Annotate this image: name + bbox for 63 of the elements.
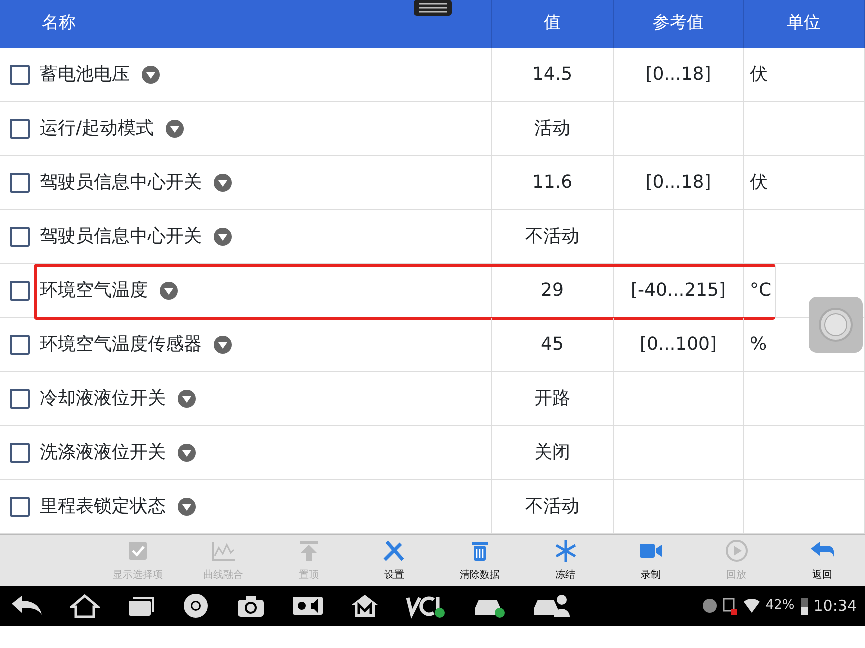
dropdown-icon[interactable]	[214, 336, 232, 354]
checkbox[interactable]	[10, 388, 30, 408]
value-text: 29	[541, 279, 564, 303]
dropdown-icon[interactable]	[178, 390, 196, 408]
row-label: 洗涤液液位开关	[40, 441, 166, 465]
row-label: 蓄电池电压	[40, 63, 130, 87]
dropdown-icon[interactable]	[178, 444, 196, 462]
value-text: 14.5	[532, 63, 573, 87]
toolbar-button[interactable]: 返回	[780, 535, 865, 586]
dropdown-icon[interactable]	[166, 120, 184, 138]
play-icon	[724, 538, 750, 564]
value-text: 开路	[534, 387, 570, 411]
value-text: 不活动	[526, 495, 580, 519]
column-header: 单位	[787, 12, 821, 36]
camera-icon[interactable]	[236, 593, 266, 619]
dropdown-icon[interactable]	[142, 66, 160, 84]
column-header: 名称	[42, 12, 76, 36]
checkbox[interactable]	[10, 64, 30, 84]
toolbar-button[interactable]: 录制	[608, 535, 694, 586]
home-icon[interactable]	[70, 593, 100, 619]
reference-range: [0...18]	[646, 63, 712, 87]
value-text: 活动	[534, 117, 570, 141]
dropdown-icon[interactable]	[214, 174, 232, 192]
checkbox[interactable]	[10, 280, 30, 300]
browser-icon[interactable]	[182, 593, 210, 619]
reference-range: [0...18]	[646, 171, 712, 195]
unit-text: °C	[750, 279, 772, 303]
checkbox[interactable]	[10, 442, 30, 462]
reference-range: [-40...215]	[631, 279, 726, 303]
row-label: 环境空气温度传感器	[40, 333, 202, 357]
unit-text: 伏	[750, 63, 768, 87]
toolbar-button[interactable]: 设置	[352, 535, 438, 586]
car-person-icon[interactable]	[532, 593, 570, 619]
checkbox[interactable]	[10, 496, 30, 516]
m-house-icon[interactable]	[350, 593, 380, 619]
checkbox[interactable]	[10, 334, 30, 354]
row-label: 驾驶员信息中心开关	[40, 171, 202, 195]
row-label: 冷却液液位开关	[40, 387, 166, 411]
clock: 10:34	[814, 596, 857, 617]
row-label: 环境空气温度	[40, 279, 148, 303]
unit-text: %	[750, 333, 768, 357]
reference-range: [0...100]	[640, 333, 718, 357]
unit-text: 伏	[750, 171, 768, 195]
battery-percent: 42%	[766, 597, 795, 616]
toolbar-button[interactable]: 清除数据	[437, 535, 523, 586]
column-header: 值	[544, 12, 561, 36]
row-label: 里程表锁定状态	[40, 495, 166, 519]
row-label: 运行/起动模式	[40, 117, 154, 141]
value-text: 不活动	[526, 225, 580, 249]
value-text: 关闭	[534, 441, 570, 465]
dropdown-icon[interactable]	[214, 228, 232, 246]
column-header: 参考值	[653, 12, 704, 36]
dropdown-icon[interactable]	[160, 282, 178, 300]
toolbar-button[interactable]: 冻结	[522, 535, 608, 586]
drag-handle[interactable]	[414, 0, 452, 16]
value-text: 45	[541, 333, 564, 357]
checkbox[interactable]	[10, 226, 30, 246]
row-label: 驾驶员信息中心开关	[40, 225, 202, 249]
checkbox[interactable]	[10, 172, 30, 192]
dropdown-icon[interactable]	[178, 498, 196, 516]
ring-icon	[818, 307, 854, 343]
checkbox[interactable]	[10, 118, 30, 138]
value-text: 11.6	[532, 171, 573, 195]
